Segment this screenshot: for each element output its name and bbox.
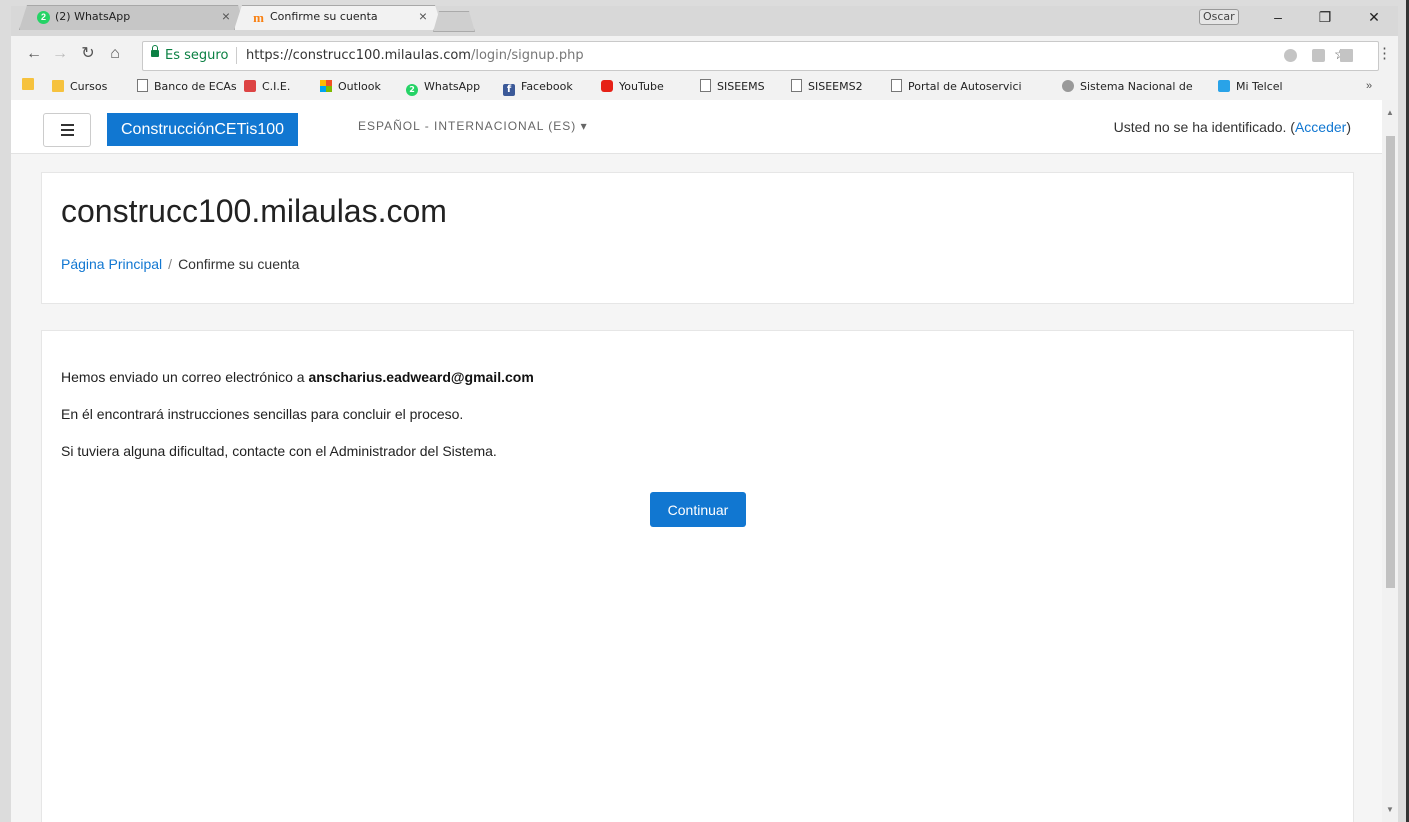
pdf-icon[interactable] xyxy=(1340,49,1353,62)
page-scrollbar[interactable]: ▲ ▼ xyxy=(1382,100,1398,822)
folder-icon xyxy=(52,80,64,92)
tab-title: (2) WhatsApp xyxy=(55,10,131,23)
bookmark-label: SISEEMS xyxy=(717,80,765,93)
tab-confirme[interactable]: m Confirme su cuenta × xyxy=(234,5,443,30)
bookmark-apps[interactable] xyxy=(22,78,40,96)
window-frame-left xyxy=(0,0,11,822)
url-path: /login/signup.php xyxy=(470,48,584,63)
language-label: ESPAÑOL - INTERNACIONAL (ES) xyxy=(358,119,577,133)
bookmark-mi-telcel[interactable]: Mi Telcel xyxy=(1218,78,1283,96)
restore-icon[interactable]: ❐ xyxy=(1305,6,1345,28)
scroll-thumb[interactable] xyxy=(1386,136,1395,588)
url-text: https://construcc100.milaulas.com/login/… xyxy=(246,48,584,63)
bookmark-portal[interactable]: Portal de Autoservici xyxy=(891,78,1022,96)
reload-icon[interactable]: ↻ xyxy=(78,44,98,64)
bookmark-label: Cursos xyxy=(70,80,108,93)
login-link[interactable]: Acceder xyxy=(1295,119,1346,135)
language-menu[interactable]: ESPAÑOL - INTERNACIONAL (ES) ▾ xyxy=(358,119,588,133)
home-icon[interactable]: ⌂ xyxy=(105,44,125,64)
bookmark-label: Facebook xyxy=(521,80,573,93)
more-bookmarks-icon[interactable]: » xyxy=(1366,80,1372,92)
bookmark-sistema-nacional[interactable]: Sistema Nacional de xyxy=(1062,78,1193,96)
caret-down-icon: ▾ xyxy=(580,119,588,133)
globe-icon xyxy=(1062,80,1074,92)
youtube-icon xyxy=(601,80,613,92)
whatsapp-icon: 2 xyxy=(37,11,50,24)
bookmark-cie[interactable]: C.I.E. xyxy=(244,78,290,96)
menu-toggle-button[interactable] xyxy=(43,113,91,147)
page-icon xyxy=(137,79,148,92)
continue-button[interactable]: Continuar xyxy=(650,492,746,527)
site-brand-link[interactable]: ConstrucciónCETis100 xyxy=(107,113,299,146)
bookmark-label: C.I.E. xyxy=(262,80,291,93)
bookmark-cursos[interactable]: Cursos xyxy=(52,78,107,96)
hamburger-icon xyxy=(61,124,74,126)
url-host: https://construcc100.milaulas.com xyxy=(246,48,471,63)
page-icon xyxy=(791,79,802,92)
window-close-icon[interactable]: ✕ xyxy=(1354,6,1394,28)
secure-label: Es seguro xyxy=(165,48,229,63)
bookmark-label: SISEEMS2 xyxy=(808,80,863,93)
scroll-up-icon[interactable]: ▲ xyxy=(1386,108,1394,117)
breadcrumb-home-link[interactable]: Página Principal xyxy=(61,256,162,272)
profile-button[interactable]: Oscar xyxy=(1199,9,1239,25)
forward-icon[interactable]: → xyxy=(50,44,70,64)
bookmark-label: Mi Telcel xyxy=(1236,80,1283,93)
tab-whatsapp[interactable]: 2 (2) WhatsApp × xyxy=(19,5,246,30)
site-navbar: ConstrucciónCETis100 ESPAÑOL - INTERNACI… xyxy=(11,100,1382,154)
close-icon[interactable]: × xyxy=(419,8,427,24)
bookmark-whatsapp[interactable]: 2 WhatsApp xyxy=(406,78,480,96)
bookmark-outlook[interactable]: Outlook xyxy=(320,78,381,96)
moodle-icon: m xyxy=(253,10,264,25)
bookmark-facebook[interactable]: f Facebook xyxy=(503,78,573,96)
bookmark-label: Banco de ECAs xyxy=(154,80,237,93)
page-title: construcc100.milaulas.com xyxy=(61,193,447,229)
help-message: Si tuviera alguna dificultad, contacte c… xyxy=(61,443,497,459)
whatsapp-icon: 2 xyxy=(406,84,418,96)
breadcrumb-current: Confirme su cuenta xyxy=(178,256,300,272)
confirmation-panel: Hemos enviado un correo electrónico a an… xyxy=(41,330,1354,822)
bookmark-label: Outlook xyxy=(338,80,381,93)
bookmark-siseems[interactable]: SISEEMS xyxy=(700,78,765,96)
breadcrumb-divider: / xyxy=(168,256,173,272)
drive-icon[interactable] xyxy=(1312,49,1325,62)
email-sent-message: Hemos enviado un correo electrónico a an… xyxy=(61,369,534,385)
divider xyxy=(236,47,237,64)
tab-title: Confirme su cuenta xyxy=(270,10,378,23)
bookmark-siseems2[interactable]: SISEEMS2 xyxy=(791,78,863,96)
menu-icon[interactable]: ⋮ xyxy=(1377,44,1392,62)
new-tab-button[interactable] xyxy=(433,11,475,32)
close-icon[interactable]: × xyxy=(222,8,230,24)
email-address: anscharius.eadweard@gmail.com xyxy=(308,369,534,385)
apps-icon xyxy=(22,78,34,90)
page-icon xyxy=(700,79,711,92)
bookmark-label: WhatsApp xyxy=(424,80,481,93)
bookmark-banco-ecas[interactable]: Banco de ECAs xyxy=(137,78,237,96)
bookmark-label: Sistema Nacional de xyxy=(1080,80,1193,93)
login-info: Usted no se ha identificado. (Acceder) xyxy=(1113,119,1351,135)
scroll-down-icon[interactable]: ▼ xyxy=(1386,805,1394,814)
page-viewport: ConstrucciónCETis100 ESPAÑOL - INTERNACI… xyxy=(11,100,1382,822)
lock-icon xyxy=(151,45,159,57)
cie-icon xyxy=(244,80,256,92)
bookmark-youtube[interactable]: YouTube xyxy=(601,78,664,96)
instructions-message: En él encontrará instrucciones sencillas… xyxy=(61,406,464,422)
bookmark-label: YouTube xyxy=(619,80,664,93)
address-bar[interactable]: Es seguro https://construcc100.milaulas.… xyxy=(142,41,1379,71)
facebook-icon: f xyxy=(503,84,515,96)
page-header: construcc100.milaulas.com Página Princip… xyxy=(41,172,1354,304)
bookmark-label: Portal de Autoservici xyxy=(908,80,1022,93)
telcel-icon xyxy=(1218,80,1230,92)
back-icon[interactable]: ← xyxy=(24,44,44,64)
page-icon xyxy=(891,79,902,92)
outlook-icon xyxy=(320,80,332,92)
extension-icon[interactable] xyxy=(1284,49,1297,62)
minimize-icon[interactable]: – xyxy=(1258,6,1298,28)
breadcrumb: Página Principal / Confirme su cuenta xyxy=(61,256,299,272)
